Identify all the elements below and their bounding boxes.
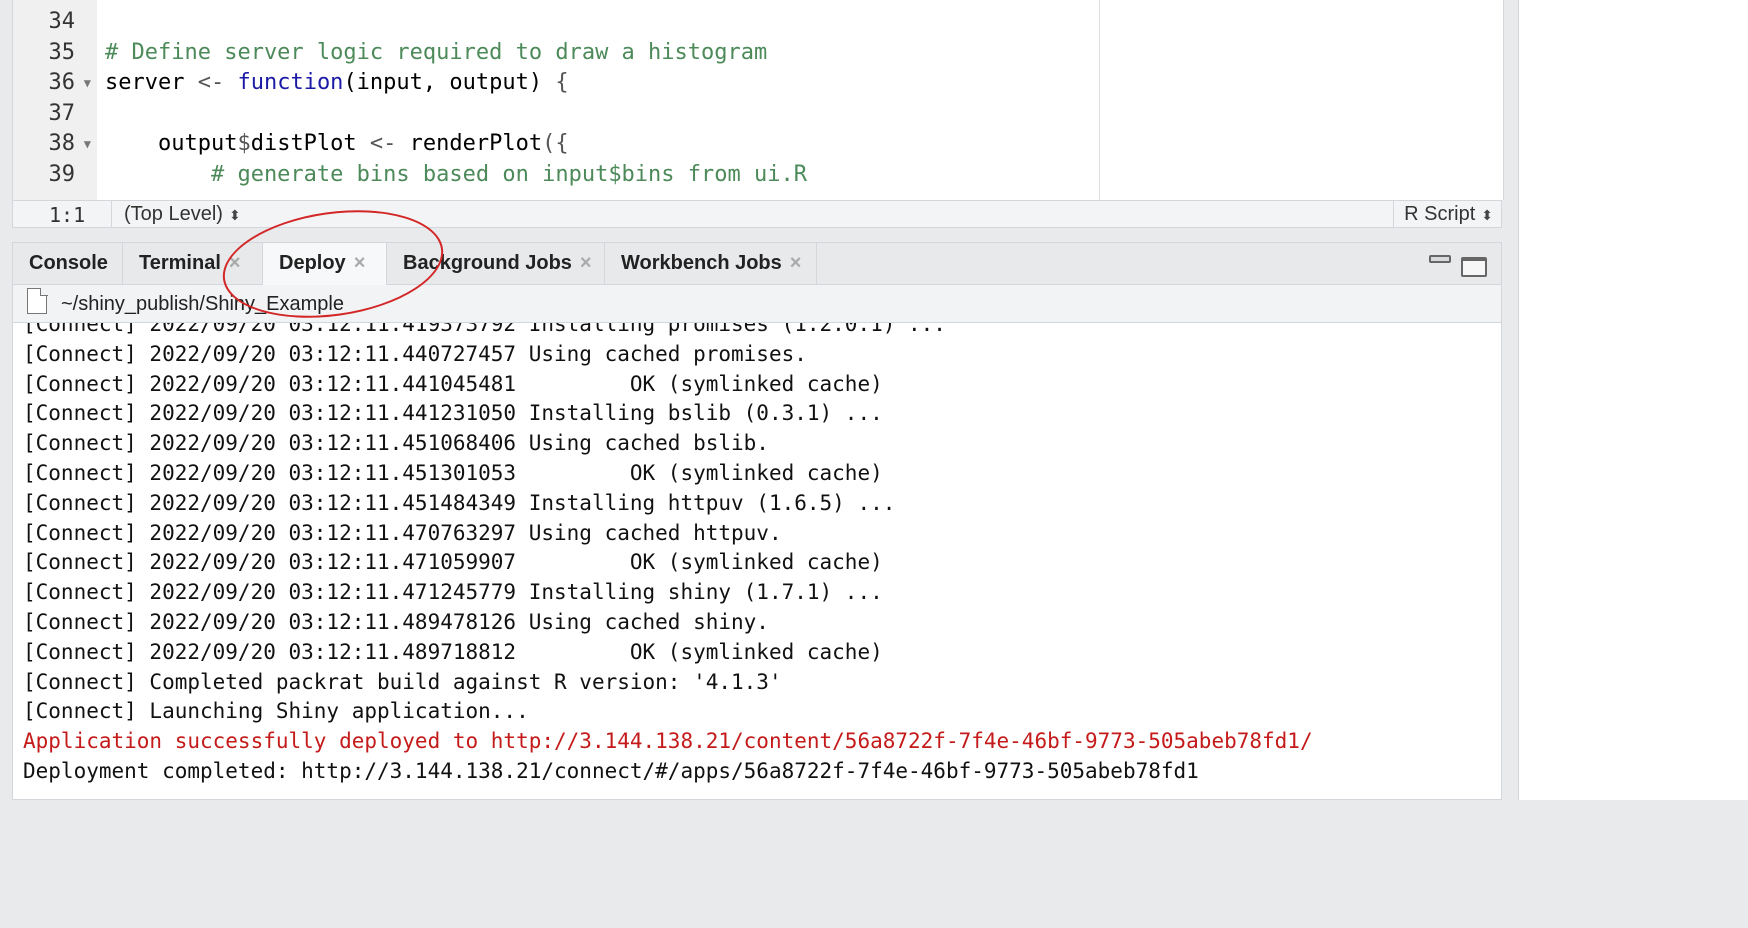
line-number: 38 ▼ (13, 129, 97, 159)
line-number-text: 37 (48, 100, 76, 126)
log-line: [Connect] 2022/09/20 03:12:11.470763297 … (23, 520, 782, 545)
fold-arrow-icon[interactable]: ▼ (84, 68, 91, 98)
log-line: [Connect] 2022/09/20 03:12:11.489718812 … (23, 639, 883, 664)
line-number-text: 34 (48, 9, 76, 34)
filetype-selector[interactable]: R Script ⬍ (1393, 201, 1501, 227)
tab-terminal[interactable]: Terminal × (123, 243, 263, 285)
line-number: 34 (13, 7, 97, 37)
code-token: ({ (542, 131, 569, 156)
tab-console[interactable]: Console (13, 243, 123, 285)
code-token: distPlot (250, 131, 370, 156)
close-icon[interactable]: × (790, 252, 802, 274)
code-line[interactable]: output$distPlot <- renderPlot({ (105, 129, 569, 159)
deploy-log[interactable]: [Connect] 2022/09/20 03:12:11.419373792 … (13, 323, 1501, 799)
tab-label: Workbench Jobs (621, 252, 782, 274)
console-pane: Console Terminal × Deploy × Background Jobs × W… (12, 242, 1502, 800)
log-line: [Connect] 2022/09/20 03:12:11.419373792 … (23, 323, 946, 336)
log-line: [Connect] Completed packrat build agains… (23, 669, 782, 694)
close-icon[interactable]: × (229, 252, 241, 274)
log-line: [Connect] 2022/09/20 03:12:11.451484349 … (23, 490, 896, 515)
tab-label: Background Jobs (403, 252, 572, 274)
log-line: [Connect] 2022/09/20 03:12:11.489478126 … (23, 610, 769, 634)
code-token: { (555, 70, 569, 95)
working-directory-bar: ~/shiny_publish/Shiny_Example (13, 285, 1501, 323)
line-number-gutter: 34 35 36 ▼ 37 38 ▼ 39 (13, 0, 97, 200)
pane-tab-bar: Console Terminal × Deploy × Background Jobs × W… (13, 243, 1501, 285)
code-token: function (237, 70, 344, 95)
close-icon[interactable]: × (580, 252, 592, 274)
file-icon (27, 287, 48, 314)
code-token: $ (237, 131, 251, 156)
log-line: [Connect] 2022/09/20 03:12:11.471245779 … (23, 580, 883, 605)
code-token: <- (369, 131, 410, 156)
log-line: [Connect] 2022/09/20 03:12:11.440727457 … (23, 341, 807, 366)
tab-label: Deploy (279, 252, 346, 274)
log-line: [Connect] 2022/09/20 03:12:11.441045481 … (23, 371, 883, 396)
log-line: Deployment completed: http://3.144.138.2… (23, 759, 1199, 783)
updown-icon: ⬍ (1481, 207, 1493, 223)
line-number-text: 36 (48, 70, 76, 95)
updown-icon: ⬍ (228, 207, 241, 223)
code-token: (input, output) (343, 70, 556, 95)
tab-background-jobs[interactable]: Background Jobs × (387, 243, 605, 285)
line-number: 37 (13, 99, 97, 129)
log-line: [Connect] Launching Shiny application... (23, 699, 529, 724)
maximize-pane-button[interactable] (1461, 257, 1487, 277)
line-number: 36 ▼ (13, 68, 97, 98)
deploy-success-line: Application successfully deployed to htt… (23, 729, 1313, 754)
scope-selector[interactable]: (Top Level) ⬍ (111, 201, 241, 227)
tab-workbench-jobs[interactable]: Workbench Jobs × (605, 243, 817, 285)
code-token: output (105, 131, 238, 156)
filetype-label: R Script (1404, 203, 1476, 225)
log-line: [Connect] 2022/09/20 03:12:11.441231050 … (23, 401, 883, 426)
fold-arrow-icon[interactable]: ▼ (84, 129, 91, 159)
code-line[interactable]: # generate bins based on input$bins from… (105, 160, 807, 190)
code-token: <- (197, 70, 238, 95)
line-number-text: 35 (48, 39, 76, 65)
right-pane (1518, 0, 1748, 800)
close-icon[interactable]: × (354, 252, 366, 274)
tab-deploy[interactable]: Deploy × (263, 243, 387, 285)
tab-label: Terminal (139, 252, 221, 274)
log-line: [Connect] 2022/09/20 03:12:11.451068406 … (23, 431, 769, 456)
code-token: # generate bins based on input$bins from… (105, 161, 807, 187)
line-number: 39 (13, 160, 97, 190)
code-token: server (105, 70, 198, 95)
code-line[interactable]: # Define server logic required to draw a… (105, 38, 767, 68)
editor-status-bar: 1:1 (Top Level) ⬍ R Script ⬍ (12, 200, 1502, 228)
working-directory-path[interactable]: ~/shiny_publish/Shiny_Example (61, 285, 344, 323)
tab-label: Console (29, 252, 108, 274)
line-number-text: 38 (48, 131, 76, 156)
code-line[interactable]: server <- function(input, output) { (105, 68, 569, 98)
source-editor[interactable]: 34 35 36 ▼ 37 38 ▼ 39 # Define server logic req… (12, 0, 1504, 200)
cursor-position: 1:1 (49, 203, 86, 227)
margin-guide (1099, 0, 1100, 200)
line-number-text: 39 (48, 161, 76, 187)
code-token: renderPlot (409, 131, 543, 156)
line-number: 35 (13, 38, 97, 68)
code-token: # Define server logic required to draw a… (105, 39, 768, 65)
scope-label: (Top Level) (124, 203, 223, 225)
minimize-pane-button[interactable] (1429, 255, 1451, 263)
log-line: [Connect] 2022/09/20 03:12:11.451301053 … (23, 461, 883, 485)
log-line: [Connect] 2022/09/20 03:12:11.471059907 … (23, 550, 883, 575)
